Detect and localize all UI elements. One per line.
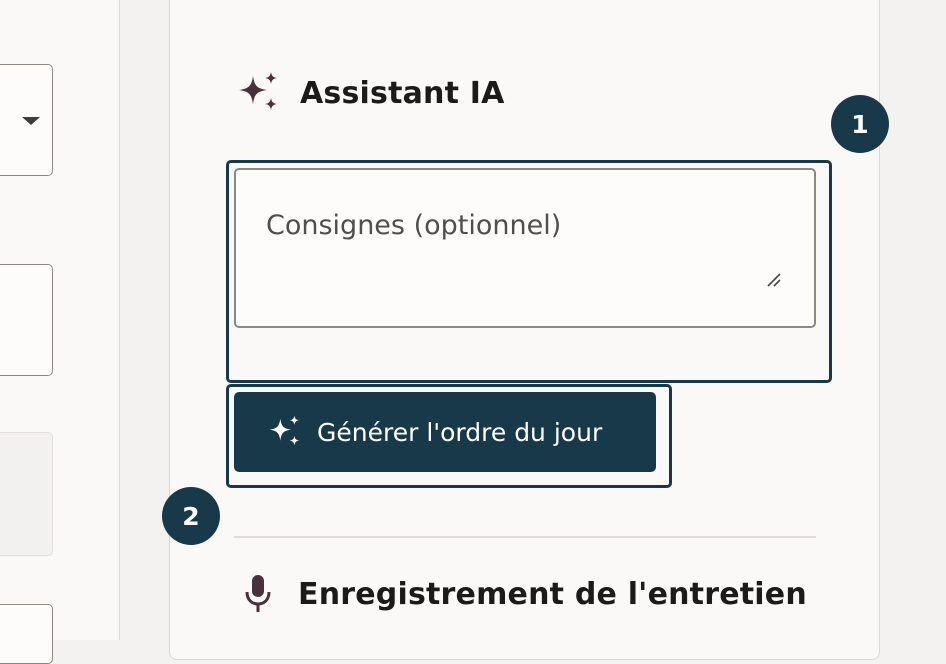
sparkles-icon bbox=[236, 70, 282, 116]
instructions-placeholder: Consignes (optionnel) bbox=[266, 210, 562, 241]
sparkles-icon bbox=[267, 414, 303, 450]
generate-agenda-button[interactable]: Générer l'ordre du jour bbox=[234, 392, 656, 472]
callout-badge-1: 1 bbox=[831, 95, 889, 153]
caret-down-icon[interactable] bbox=[22, 117, 40, 125]
assistant-header: Assistant IA bbox=[236, 70, 505, 116]
section-divider bbox=[234, 536, 816, 538]
recording-title: Enregistrement de l'entretien bbox=[298, 576, 807, 612]
resize-handle-icon[interactable] bbox=[766, 272, 782, 292]
text-field-bottom[interactable] bbox=[0, 604, 53, 664]
select-field[interactable] bbox=[0, 64, 53, 176]
assistant-title: Assistant IA bbox=[300, 75, 505, 111]
instructions-textarea[interactable]: Consignes (optionnel) bbox=[234, 168, 816, 328]
disabled-field bbox=[0, 432, 53, 556]
recording-header: Enregistrement de l'entretien bbox=[244, 574, 807, 614]
text-field[interactable] bbox=[0, 264, 53, 376]
microphone-icon bbox=[244, 574, 272, 614]
callout-badge-2: 2 bbox=[162, 487, 220, 545]
generate-button-label: Générer l'ordre du jour bbox=[317, 417, 603, 447]
left-form-panel bbox=[0, 0, 120, 664]
